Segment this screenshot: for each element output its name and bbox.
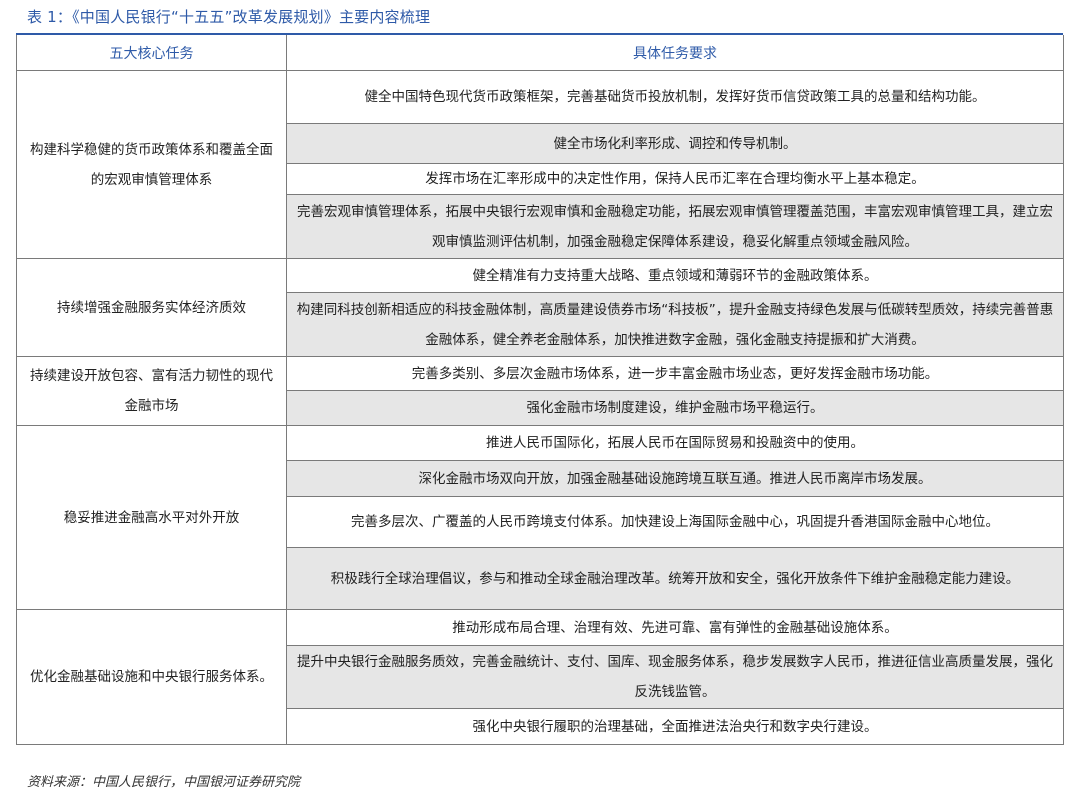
table-row: 稳妥推进金融高水平对外开放 推进人民币国际化，拓展人民币在国际贸易和投融资中的使… <box>16 425 1064 610</box>
tasks-table-container: 五大核心任务 具体任务要求 构建科学稳健的货币政策体系和覆盖全面的宏观审慎管理体… <box>16 33 1064 745</box>
requirement-cell: 完善多类别、多层次金融市场体系，进一步丰富金融市场业态，更好发挥金融市场功能。 <box>286 356 1064 391</box>
source-note: 资料来源：中国人民银行，中国银河证券研究院 <box>27 775 301 790</box>
requirement-cell: 深化金融市场双向开放，加强金融基础设施跨境互联互通。推进人民币离岸市场发展。 <box>286 460 1064 497</box>
core-task-cell: 优化金融基础设施和中央银行服务体系。 <box>16 609 287 745</box>
requirement-cell: 完善宏观审慎管理体系，拓展中央银行宏观审慎和金融稳定功能，拓展宏观审慎管理覆盖范… <box>286 194 1064 259</box>
requirement-cell: 强化金融市场制度建设，维护金融市场平稳运行。 <box>286 390 1064 426</box>
table-row: 持续增强金融服务实体经济质效 健全精准有力支持重大战略、重点领域和薄弱环节的金融… <box>16 258 1064 357</box>
requirement-cell: 发挥市场在汇率形成中的决定性作用，保持人民币汇率在合理均衡水平上基本稳定。 <box>286 163 1064 195</box>
requirement-cell: 积极践行全球治理倡议，参与和推动全球金融治理改革。统筹开放和安全，强化开放条件下… <box>286 547 1064 610</box>
table-header-row: 五大核心任务 具体任务要求 <box>16 35 1064 71</box>
requirement-cell: 构建同科技创新相适应的科技金融体制，高质量建设债券市场“科技板”，提升金融支持绿… <box>286 292 1064 357</box>
table-row: 优化金融基础设施和中央银行服务体系。 推动形成布局合理、治理有效、先进可靠、富有… <box>16 609 1064 745</box>
requirement-cell: 健全精准有力支持重大战略、重点领域和薄弱环节的金融政策体系。 <box>286 258 1064 293</box>
table-row: 持续建设开放包容、富有活力韧性的现代金融市场 完善多类别、多层次金融市场体系，进… <box>16 356 1064 426</box>
requirement-cell: 推进人民币国际化，拓展人民币在国际贸易和投融资中的使用。 <box>286 425 1064 461</box>
requirement-cell: 提升中央银行金融服务质效，完善金融统计、支付、国库、现金服务体系，稳步发展数字人… <box>286 645 1064 709</box>
core-task-cell: 持续建设开放包容、富有活力韧性的现代金融市场 <box>16 356 287 426</box>
table-row: 构建科学稳健的货币政策体系和覆盖全面的宏观审慎管理体系 健全中国特色现代货币政策… <box>16 70 1064 259</box>
header-requirements: 具体任务要求 <box>286 35 1064 71</box>
header-core-tasks: 五大核心任务 <box>16 35 287 71</box>
tasks-table: 五大核心任务 具体任务要求 构建科学稳健的货币政策体系和覆盖全面的宏观审慎管理体… <box>16 35 1064 745</box>
table-caption: 表 1：《中国人民银行“十五五”改革发展规划》主要内容梳理 <box>27 8 431 26</box>
requirement-cell: 推动形成布局合理、治理有效、先进可靠、富有弹性的金融基础设施体系。 <box>286 609 1064 646</box>
requirement-cell: 完善多层次、广覆盖的人民币跨境支付体系。加快建设上海国际金融中心，巩固提升香港国… <box>286 496 1064 548</box>
requirement-cell: 强化中央银行履职的治理基础，全面推进法治央行和数字央行建设。 <box>286 708 1064 745</box>
core-task-cell: 稳妥推进金融高水平对外开放 <box>16 425 287 610</box>
core-task-cell: 构建科学稳健的货币政策体系和覆盖全面的宏观审慎管理体系 <box>16 70 287 259</box>
requirement-cell: 健全市场化利率形成、调控和传导机制。 <box>286 123 1064 164</box>
core-task-cell: 持续增强金融服务实体经济质效 <box>16 258 287 357</box>
requirement-cell: 健全中国特色现代货币政策框架，完善基础货币投放机制，发挥好货币信贷政策工具的总量… <box>286 70 1064 124</box>
